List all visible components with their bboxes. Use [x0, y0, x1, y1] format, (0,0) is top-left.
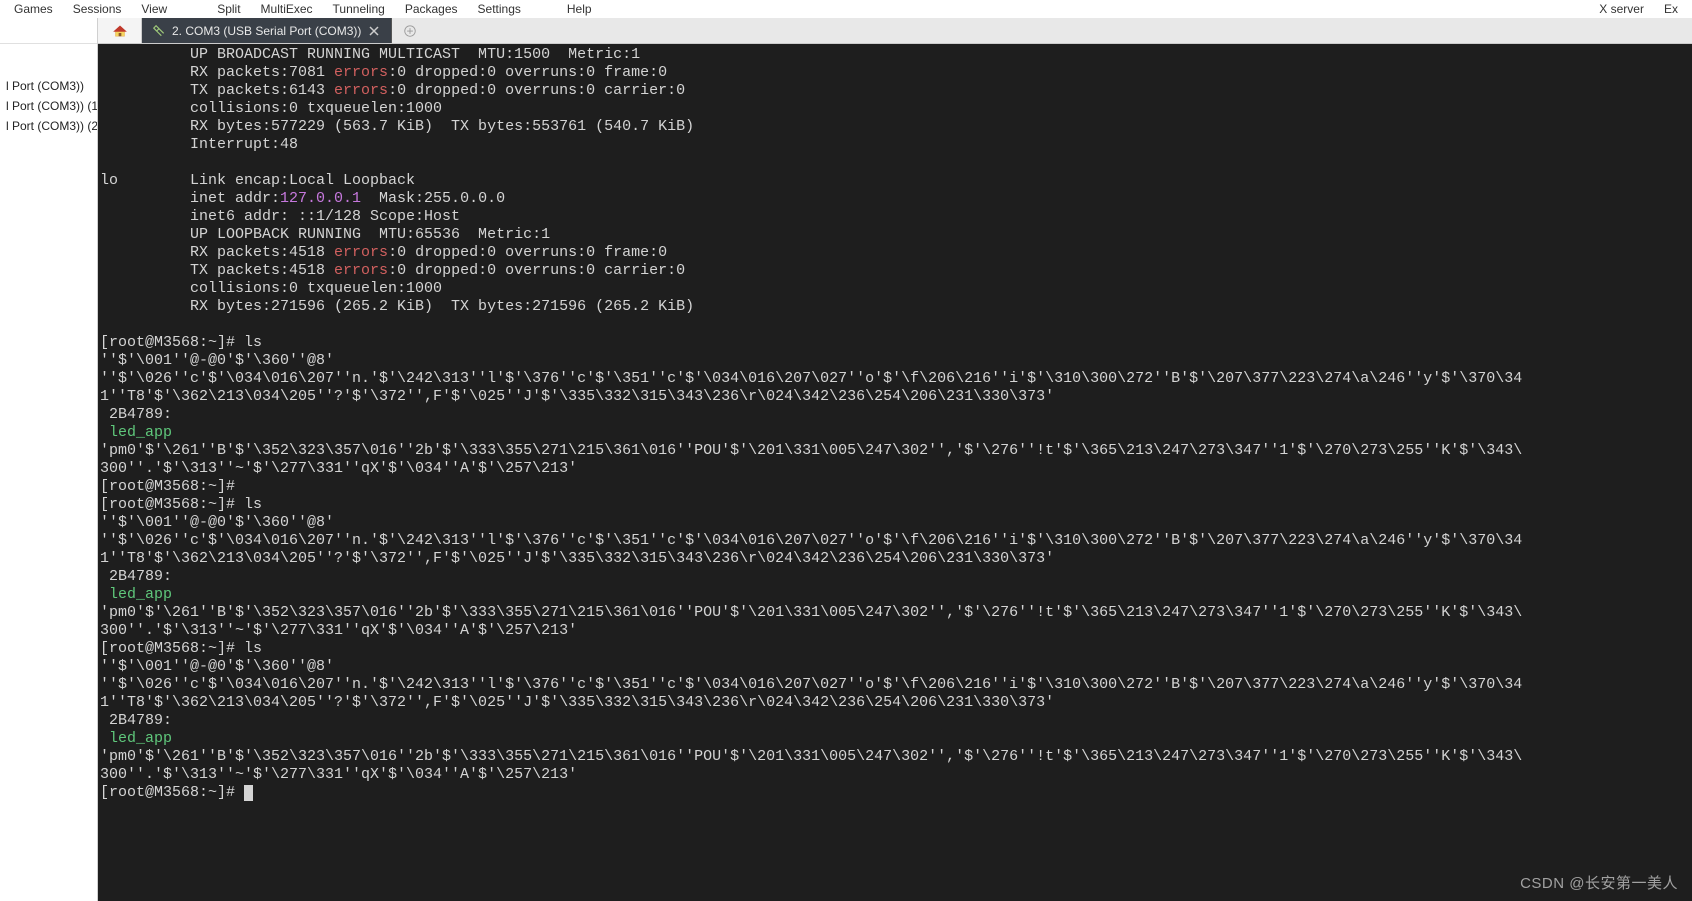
menu-sessions[interactable]: Sessions — [63, 2, 132, 16]
tab-home[interactable] — [98, 18, 142, 43]
tab-com3[interactable]: 2. COM3 (USB Serial Port (COM3)) — [142, 18, 392, 43]
menu-tunneling[interactable]: Tunneling — [323, 2, 395, 16]
menu-games[interactable]: Games — [4, 2, 63, 16]
menu-help[interactable]: Help — [557, 2, 602, 16]
tab-label: 2. COM3 (USB Serial Port (COM3)) — [172, 24, 361, 38]
terminal-cursor — [244, 785, 253, 801]
terminal-output[interactable]: UP BROADCAST RUNNING MULTICAST MTU:1500 … — [98, 44, 1692, 901]
session-item-com3-1[interactable]: l Port (COM3)) (1) — [0, 96, 97, 116]
serial-plug-icon — [152, 24, 166, 38]
menu-packages[interactable]: Packages — [395, 2, 468, 16]
menu-xserver[interactable]: X server — [1589, 2, 1654, 16]
home-icon — [112, 24, 128, 38]
sessions-sidebar: l Port (COM3)) l Port (COM3)) (1) l Port… — [0, 18, 98, 901]
menu-bar: Games Sessions View Split MultiExec Tunn… — [0, 0, 1692, 18]
tab-close-icon[interactable] — [367, 24, 381, 38]
menu-settings[interactable]: Settings — [468, 2, 531, 16]
menu-exit[interactable]: Ex — [1654, 2, 1688, 16]
session-item-com3-2[interactable]: l Port (COM3)) (2) — [0, 116, 97, 136]
watermark: CSDN @长安第一美人 — [1520, 872, 1678, 893]
menu-split[interactable]: Split — [207, 2, 250, 16]
tab-new[interactable] — [392, 18, 428, 43]
menu-view[interactable]: View — [131, 2, 177, 16]
session-item-com3-0[interactable]: l Port (COM3)) — [0, 76, 97, 96]
menu-multiexec[interactable]: MultiExec — [251, 2, 323, 16]
plus-icon — [403, 24, 417, 38]
tab-bar: 2. COM3 (USB Serial Port (COM3)) — [98, 18, 1692, 44]
